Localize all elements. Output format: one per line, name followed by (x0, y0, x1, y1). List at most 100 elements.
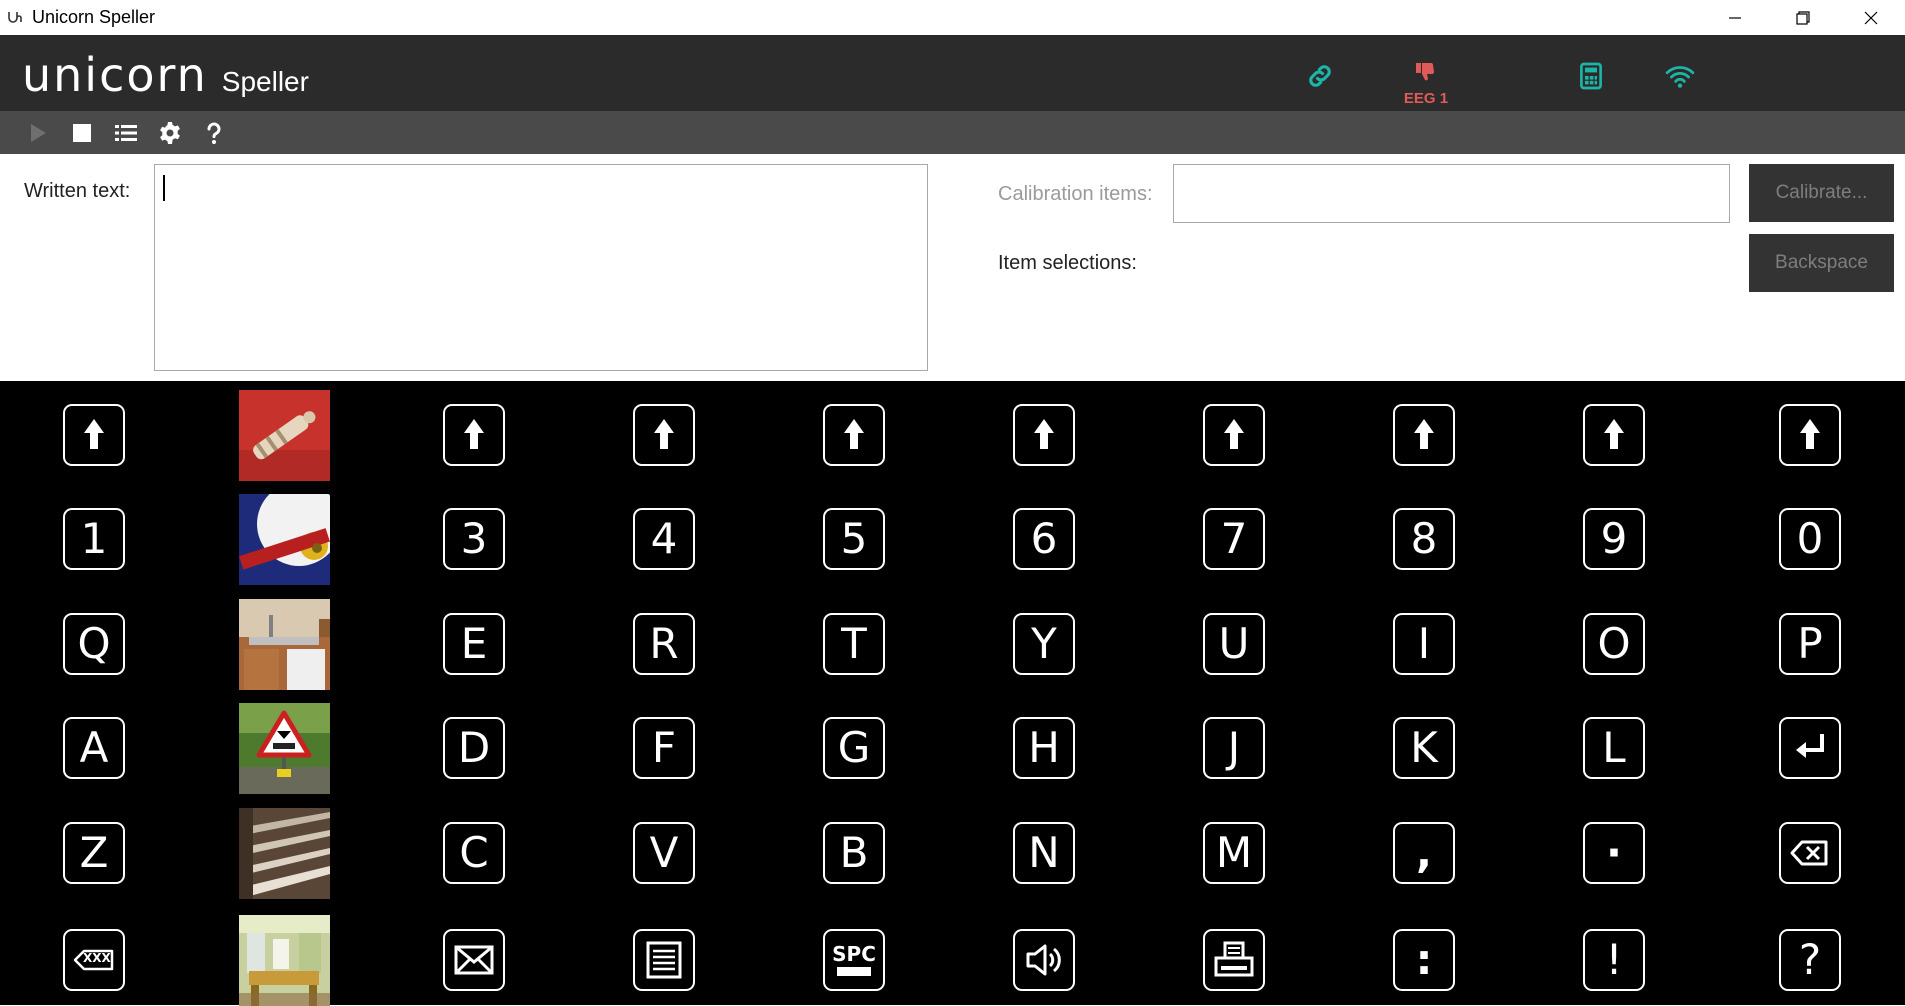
delete-word-key[interactable]: XXX (63, 929, 125, 991)
key-H[interactable]: H (1013, 717, 1075, 779)
print-key[interactable] (1203, 929, 1265, 991)
stop-button[interactable] (60, 111, 104, 154)
key-Q[interactable]: Q (63, 613, 125, 675)
play-button[interactable] (16, 111, 60, 154)
key-label: P (1797, 619, 1823, 668)
photo-wheel-image[interactable] (239, 494, 330, 585)
key-:[interactable]: : (1393, 929, 1455, 991)
photo-stairs-image[interactable] (239, 808, 330, 899)
shift-key[interactable] (1203, 404, 1265, 466)
backspace-button[interactable]: Backspace (1749, 234, 1894, 292)
key-N[interactable]: N (1013, 822, 1075, 884)
shift-key[interactable] (633, 404, 695, 466)
key-label: H (1028, 723, 1060, 772)
key-Z[interactable]: Z (63, 822, 125, 884)
key-label: 6 (1030, 514, 1058, 563)
key-O[interactable]: O (1583, 613, 1645, 675)
key-3[interactable]: 3 (443, 508, 505, 570)
key-K[interactable]: K (1393, 717, 1455, 779)
shift-key[interactable] (1779, 404, 1841, 466)
key-F[interactable]: F (633, 717, 695, 779)
key-V[interactable]: V (633, 822, 695, 884)
restore-button[interactable] (1769, 0, 1837, 35)
key-6[interactable]: 6 (1013, 508, 1075, 570)
key-4[interactable]: 4 (633, 508, 695, 570)
shift-key[interactable] (1583, 404, 1645, 466)
photo-roadsign-image[interactable] (239, 703, 330, 794)
enter-key[interactable] (1779, 717, 1841, 779)
key-J[interactable]: J (1203, 717, 1265, 779)
calculator-icon[interactable] (1579, 61, 1603, 91)
key-·[interactable]: · (1583, 822, 1645, 884)
key-G[interactable]: G (823, 717, 885, 779)
shift-icon (464, 419, 484, 449)
written-text-field[interactable] (154, 164, 928, 371)
close-icon (1864, 11, 1878, 24)
key-R[interactable]: R (633, 613, 695, 675)
key-M[interactable]: M (1203, 822, 1265, 884)
key-label: G (837, 723, 871, 772)
calibrate-button[interactable]: Calibrate... (1749, 164, 1894, 222)
calibration-items-field[interactable] (1173, 164, 1730, 223)
written-text-label: Written text: (24, 180, 131, 202)
key-![interactable]: ! (1583, 929, 1645, 991)
shift-key[interactable] (1393, 404, 1455, 466)
key-,[interactable]: , (1393, 822, 1455, 884)
key-label: M (1215, 828, 1253, 877)
shift-icon (84, 419, 104, 449)
key-label: · (1606, 828, 1622, 877)
list-button[interactable] (104, 111, 148, 154)
space-key[interactable]: SPC (823, 929, 885, 991)
key-I[interactable]: I (1393, 613, 1455, 675)
key-T[interactable]: T (823, 613, 885, 675)
minimize-button[interactable] (1701, 0, 1769, 35)
help-button[interactable] (192, 111, 236, 154)
speaker-key[interactable] (1013, 929, 1075, 991)
key-U[interactable]: U (1203, 613, 1265, 675)
photo-whistle-image[interactable] (239, 390, 330, 481)
key-1[interactable]: 1 (63, 508, 125, 570)
key-C[interactable]: C (443, 822, 505, 884)
minimize-icon (1729, 16, 1741, 19)
document-key[interactable] (633, 929, 695, 991)
window-titlebar: Unicorn Speller (0, 0, 1905, 35)
brand-name: unicorn (22, 48, 208, 102)
shift-key[interactable] (63, 404, 125, 466)
key-P[interactable]: P (1779, 613, 1841, 675)
shift-icon (1414, 419, 1434, 449)
mail-key[interactable] (443, 929, 505, 991)
key-label: T (841, 619, 867, 668)
key-7[interactable]: 7 (1203, 508, 1265, 570)
wifi-icon[interactable] (1665, 61, 1695, 91)
key-A[interactable]: A (63, 717, 125, 779)
key-E[interactable]: E (443, 613, 505, 675)
shift-icon (1034, 419, 1054, 449)
shift-key[interactable] (443, 404, 505, 466)
key-0[interactable]: 0 (1779, 508, 1841, 570)
key-L[interactable]: L (1583, 717, 1645, 779)
shift-key[interactable] (823, 404, 885, 466)
key-label: , (1416, 828, 1432, 877)
play-icon (31, 123, 46, 142)
link-icon[interactable] (1305, 61, 1335, 91)
key-8[interactable]: 8 (1393, 508, 1455, 570)
key-D[interactable]: D (443, 717, 505, 779)
key-Y[interactable]: Y (1013, 613, 1075, 675)
speller-form: Written text: Calibration items: Calibra… (0, 154, 1905, 381)
speaker-icon (1026, 944, 1061, 976)
key-B[interactable]: B (823, 822, 885, 884)
photo-kitchen-image[interactable] (239, 599, 330, 690)
close-button[interactable] (1837, 0, 1905, 35)
key-?[interactable]: ? (1779, 929, 1841, 991)
shift-key[interactable] (1013, 404, 1075, 466)
settings-button[interactable] (148, 111, 192, 154)
photo-room-image[interactable] (239, 915, 330, 1006)
backspace-key[interactable] (1779, 822, 1841, 884)
key-label: O (1597, 619, 1631, 668)
key-9[interactable]: 9 (1583, 508, 1645, 570)
key-5[interactable]: 5 (823, 508, 885, 570)
key-label: ! (1605, 935, 1623, 984)
key-label: K (1410, 723, 1438, 772)
space-key-label: SPC (832, 942, 876, 966)
eeg-status[interactable]: EEG 1 (1396, 61, 1456, 107)
